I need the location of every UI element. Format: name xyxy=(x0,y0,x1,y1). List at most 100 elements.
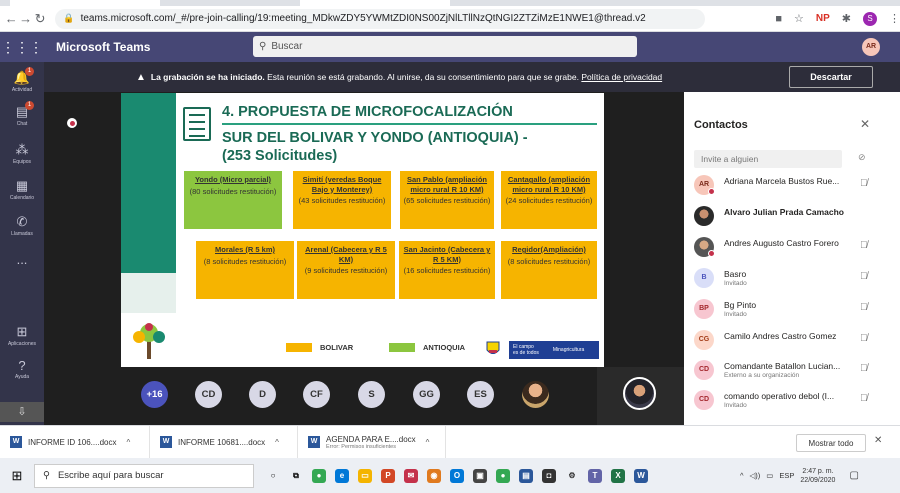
banner-bold: La grabación se ha iniciado. xyxy=(150,72,265,82)
calendar-icon: ▦ xyxy=(15,178,29,193)
outlook-icon[interactable]: O xyxy=(450,468,464,483)
participant-avatar[interactable]: GG xyxy=(413,381,440,408)
rail-item-help[interactable]: ? Ayuda xyxy=(0,358,44,380)
rail-item-more[interactable]: ... xyxy=(0,252,44,267)
user-avatar[interactable]: AR xyxy=(862,38,880,56)
card-title: Arenal (Cabecera y R 5 KM) xyxy=(305,245,387,264)
search-icon: ⚲ xyxy=(43,470,50,481)
chrome-icon[interactable]: ● xyxy=(312,468,326,483)
settings-icon[interactable]: ⚙ xyxy=(565,469,579,483)
menu-icon[interactable]: ⋮ xyxy=(889,12,900,25)
search-placeholder: Buscar xyxy=(271,41,303,52)
teams-taskbar-icon[interactable]: T xyxy=(588,468,602,483)
contact-row[interactable]: CG Camilo Andres Castro Gomez 🎙̸ xyxy=(694,327,894,355)
close-icon[interactable]: ✕ xyxy=(860,117,870,131)
activity-badge: 1 xyxy=(25,67,34,76)
powerpoint-icon[interactable]: P xyxy=(381,468,395,483)
search-input[interactable]: ⚲ Buscar xyxy=(253,36,637,57)
forward-icon[interactable]: → xyxy=(18,11,32,26)
municipality-card: Morales (R 5 km) (8 solicitudes restituc… xyxy=(196,241,294,299)
card-detail: (43 solicitudes restitución) xyxy=(298,196,386,205)
contact-row[interactable]: CD Comandante Batallon Lucian... Externo… xyxy=(694,357,894,385)
contact-row[interactable]: B Basro Invitado 🎙̸ xyxy=(694,265,894,293)
file-explorer-icon[interactable]: ▭ xyxy=(358,468,372,483)
contact-row[interactable]: BP Bg Pinto Invitado 🎙̸ xyxy=(694,296,894,324)
contact-row[interactable]: AR Adriana Marcela Bustos Rue... 🎙̸ xyxy=(694,172,894,200)
download-filename: AGENDA PARA E....docx xyxy=(326,434,416,444)
tray-chevron-icon[interactable]: ^ xyxy=(740,471,744,480)
participant-avatar[interactable]: CD xyxy=(195,381,222,408)
contact-row[interactable]: CD comando operativo debol (I... Invitad… xyxy=(694,387,894,415)
chevron-up-icon[interactable]: ^ xyxy=(275,438,279,447)
url-text: teams.microsoft.com/_#/pre-join-calling/… xyxy=(80,13,646,24)
slide-accent-bar-lower xyxy=(121,273,176,313)
slide-accent-bar xyxy=(121,93,176,273)
rail-item-chat[interactable]: ▤ 1 Chat xyxy=(0,101,44,127)
task-view-icon[interactable]: ⧉ xyxy=(289,469,303,483)
colombia-shield-icon xyxy=(486,341,500,354)
chat-icon: ▤ xyxy=(15,104,29,119)
rail-label: Equipos xyxy=(12,159,32,165)
windows-start-icon[interactable]: ⊞ xyxy=(0,468,34,484)
photos-icon[interactable]: ◘ xyxy=(542,468,556,483)
download-app-button[interactable]: ⇩ xyxy=(0,402,44,422)
star-icon[interactable]: ☆ xyxy=(794,12,804,25)
download-item[interactable]: W INFORME 10681....docx ^ xyxy=(150,425,298,459)
chrome-icon-2[interactable]: ● xyxy=(496,468,510,483)
contact-status: Invitado xyxy=(724,280,747,287)
participant-avatar[interactable]: S xyxy=(358,381,385,408)
mic-muted-icon: 🎙̸ xyxy=(860,178,868,189)
avatar: B xyxy=(694,268,714,288)
self-view[interactable] xyxy=(597,367,684,425)
download-item[interactable]: W AGENDA PARA E....docx Error: Permisos … xyxy=(298,425,446,459)
mail-app-icon[interactable]: ✉ xyxy=(404,468,418,483)
firefox-icon[interactable]: ◉ xyxy=(427,468,441,483)
excel-icon[interactable]: X xyxy=(611,468,625,483)
camera-icon[interactable]: ■ xyxy=(775,13,782,25)
privacy-link[interactable]: Política de privacidad xyxy=(581,72,662,82)
volume-icon[interactable]: ◁)) xyxy=(750,471,761,480)
participant-strip: +16 CD D CF S GG ES xyxy=(44,367,684,425)
participant-avatar[interactable]: D xyxy=(249,381,276,408)
notifications-icon[interactable]: ▢ xyxy=(849,470,858,481)
rail-item-teams[interactable]: ⁂ Equipos xyxy=(0,142,44,165)
participant-photo-avatar[interactable] xyxy=(522,381,549,408)
network-icon[interactable]: ▭ xyxy=(766,471,773,480)
back-icon[interactable]: ← xyxy=(4,11,18,26)
dismiss-button[interactable]: Descartar xyxy=(789,66,873,88)
close-icon[interactable]: ✕ xyxy=(874,435,882,446)
download-item[interactable]: W INFORME ID 106....docx ^ xyxy=(0,425,150,459)
remote-desktop-icon[interactable]: ▤ xyxy=(519,468,533,483)
more-participants-button[interactable]: +16 xyxy=(141,381,168,408)
browser-extensions: ■ ☆ NP ✱ S ⋮ xyxy=(775,11,900,26)
participant-avatar[interactable]: CF xyxy=(303,381,330,408)
avatar: CD xyxy=(694,360,714,380)
reload-icon[interactable]: ↻ xyxy=(33,11,47,27)
show-all-button[interactable]: Mostrar todo xyxy=(796,434,866,452)
contact-row[interactable]: Alvaro Julian Prada Camacho xyxy=(694,203,894,231)
contact-row[interactable]: Andres Augusto Castro Forero 🎙̸ xyxy=(694,234,894,262)
edge-icon[interactable]: e xyxy=(335,468,349,483)
app-launcher-icon[interactable]: ⋮⋮⋮ xyxy=(0,39,44,56)
warning-icon: ▲ xyxy=(136,71,146,83)
puzzle-icon[interactable]: ✱ xyxy=(842,12,851,25)
store-icon[interactable]: ▣ xyxy=(473,468,487,483)
rail-item-apps[interactable]: ⊞ Aplicaciones xyxy=(0,324,44,347)
rail-item-calls[interactable]: ✆ Llamadas xyxy=(0,214,44,237)
chevron-up-icon[interactable]: ^ xyxy=(126,438,130,447)
np-extension-icon[interactable]: NP xyxy=(816,13,830,24)
address-bar[interactable]: 🔒 teams.microsoft.com/_#/pre-join-callin… xyxy=(55,8,706,29)
minagricultura-brand: El campo es de todos Minagricultura xyxy=(509,341,599,359)
word-icon[interactable]: W xyxy=(634,468,648,483)
participant-avatar[interactable]: ES xyxy=(467,381,494,408)
taskbar-search-input[interactable]: ⚲ Escribe aquí para buscar xyxy=(34,463,254,488)
cortana-icon[interactable]: ○ xyxy=(266,469,280,483)
share-link-icon[interactable]: ⊘ xyxy=(858,152,866,163)
invite-input[interactable]: Invite a alguien xyxy=(694,150,842,168)
chevron-up-icon[interactable]: ^ xyxy=(426,438,430,447)
rail-item-calendar[interactable]: ▦ Calendario xyxy=(0,178,44,201)
rail-item-activity[interactable]: 🔔 1 Actividad xyxy=(0,67,44,93)
profile-avatar[interactable]: S xyxy=(863,11,878,26)
language-indicator[interactable]: ESP xyxy=(779,471,794,480)
clock[interactable]: 2:47 p. m. 22/09/2020 xyxy=(800,467,835,485)
